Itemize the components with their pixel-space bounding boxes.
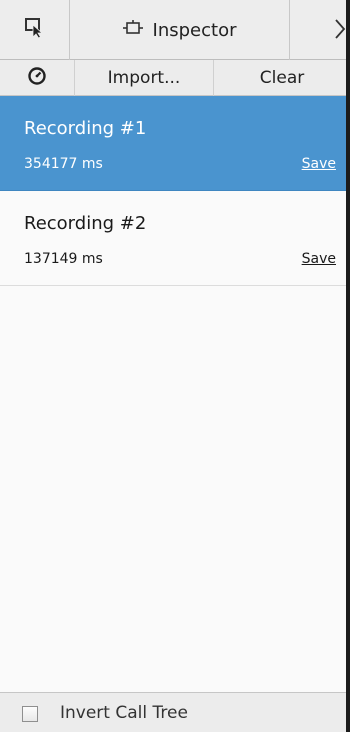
- save-recording-link[interactable]: Save: [302, 251, 336, 267]
- tab-inspector[interactable]: Inspector: [70, 0, 290, 60]
- stopwatch-icon: [27, 66, 47, 90]
- invert-call-tree-label[interactable]: Invert Call Tree: [60, 703, 188, 723]
- tab-inspector-label: Inspector: [152, 19, 237, 41]
- window-edge: [346, 0, 350, 732]
- element-picker-button[interactable]: [0, 0, 70, 60]
- recording-duration: 354177 ms: [24, 156, 103, 172]
- invert-call-tree-checkbox[interactable]: [22, 706, 38, 722]
- recording-duration: 137149 ms: [24, 251, 103, 267]
- start-profiling-button[interactable]: [0, 60, 74, 96]
- profiler-footer: Invert Call Tree: [0, 692, 350, 732]
- profiler-panel: Inspector Import... Clear Recording #1 3…: [0, 0, 350, 732]
- save-recording-link[interactable]: Save: [302, 156, 336, 172]
- recording-title: Recording #2: [24, 213, 147, 234]
- inspector-icon: [122, 19, 143, 41]
- recording-item-2[interactable]: Recording #2 137149 ms Save: [0, 191, 350, 286]
- tab-debugger[interactable]: [290, 0, 350, 60]
- element-picker-icon: [24, 17, 46, 43]
- devtools-tab-bar: Inspector: [0, 0, 350, 60]
- profiler-toolbar: Import... Clear: [0, 60, 350, 96]
- recordings-list: Recording #1 354177 ms Save Recording #2…: [0, 96, 350, 286]
- recording-item-1[interactable]: Recording #1 354177 ms Save: [0, 96, 350, 191]
- recordings-empty-area: [0, 286, 350, 692]
- recording-title: Recording #1: [24, 118, 147, 139]
- clear-button[interactable]: Clear: [214, 60, 350, 96]
- import-button[interactable]: Import...: [74, 60, 214, 96]
